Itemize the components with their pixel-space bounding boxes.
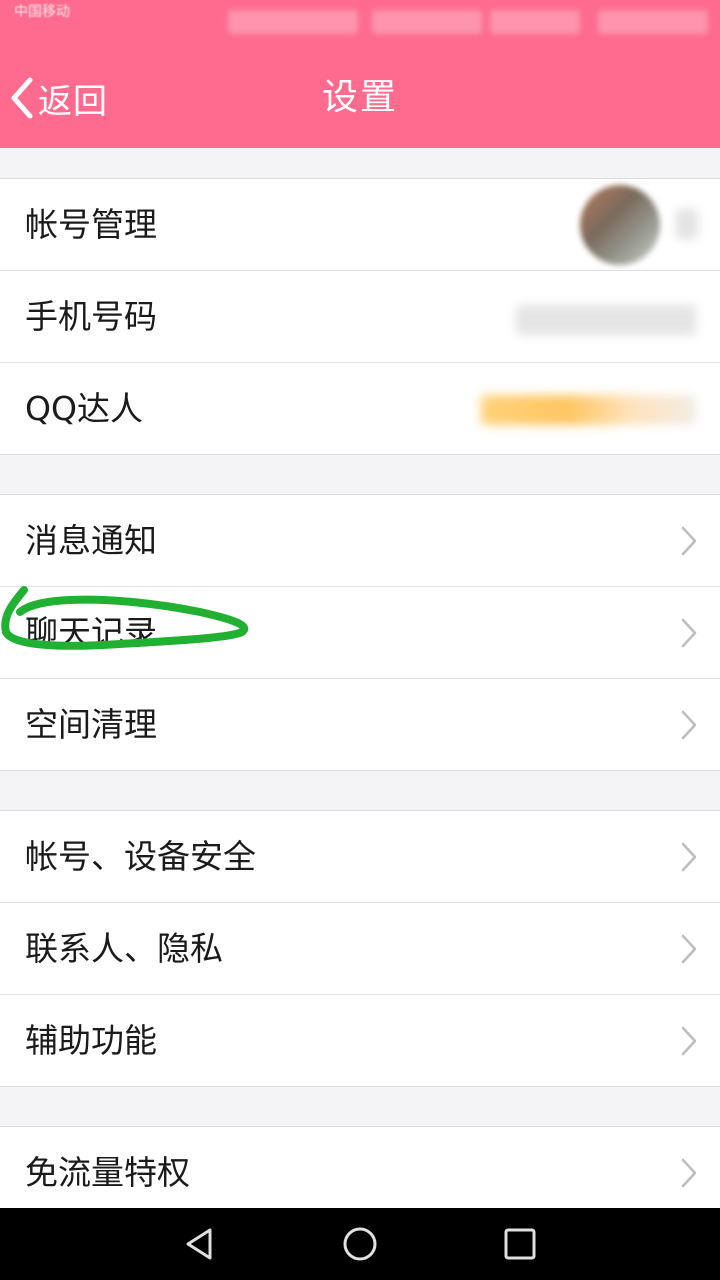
chevron-right-icon	[681, 1026, 697, 1056]
status-icons-blurred	[598, 10, 708, 34]
status-icons-blurred	[228, 10, 358, 34]
blurred-qq-expert-badge	[481, 395, 696, 425]
settings-group-account: 帐号管理 手机号码 QQ达人	[0, 178, 720, 455]
settings-item-free-data-privilege[interactable]: 免流量特权	[0, 1127, 720, 1218]
status-icons-blurred	[372, 10, 482, 34]
status-icons-blurred	[490, 10, 580, 34]
chevron-right-icon	[681, 526, 697, 556]
carrier-name: 中国移动	[14, 4, 70, 20]
chevron-right-icon	[681, 618, 697, 648]
settings-item-label: 辅助功能	[25, 1021, 157, 1060]
page-title: 设置	[321, 77, 398, 118]
settings-item-label: 联系人、隐私	[25, 929, 223, 968]
settings-item-phone-number[interactable]: 手机号码	[0, 270, 720, 362]
settings-item-label: QQ达人	[25, 389, 143, 428]
blurred-value	[676, 209, 698, 239]
settings-item-qq-expert[interactable]: QQ达人	[0, 362, 720, 454]
circle-home-icon[interactable]	[340, 1224, 380, 1264]
settings-item-contacts-privacy[interactable]: 联系人、隐私	[0, 902, 720, 994]
settings-item-message-notifications[interactable]: 消息通知	[0, 495, 720, 586]
system-navigation-bar	[0, 1208, 720, 1280]
settings-item-label: 帐号、设备安全	[25, 837, 256, 876]
settings-item-chat-history[interactable]: 聊天记录	[0, 586, 720, 678]
settings-item-label: 消息通知	[25, 521, 157, 560]
avatar	[580, 185, 660, 265]
settings-group-messages: 消息通知 聊天记录 空间清理	[0, 494, 720, 771]
settings-item-label: 手机号码	[25, 297, 157, 336]
chevron-right-icon	[681, 710, 697, 740]
status-bar: 中国移动	[0, 0, 720, 46]
settings-group-security: 帐号、设备安全 联系人、隐私 辅助功能	[0, 810, 720, 1087]
settings-group-data: 免流量特权	[0, 1126, 720, 1219]
chevron-right-icon	[681, 1158, 697, 1188]
settings-item-label: 聊天记录	[25, 613, 157, 652]
chevron-right-icon	[681, 934, 697, 964]
settings-item-label: 帐号管理	[25, 205, 157, 244]
title-bar: 返回 设置	[0, 46, 720, 148]
square-recents-icon[interactable]	[500, 1224, 540, 1264]
settings-item-label: 免流量特权	[25, 1153, 190, 1192]
settings-item-accessibility[interactable]: 辅助功能	[0, 994, 720, 1086]
chevron-right-icon	[681, 842, 697, 872]
settings-item-account-device-security[interactable]: 帐号、设备安全	[0, 811, 720, 902]
blurred-phone-number	[516, 305, 696, 335]
settings-item-space-cleanup[interactable]: 空间清理	[0, 678, 720, 770]
settings-item-label: 空间清理	[25, 705, 157, 744]
triangle-back-icon[interactable]	[180, 1224, 220, 1264]
header-bar: 中国移动 返回 设置	[0, 0, 720, 148]
settings-item-account-management[interactable]: 帐号管理	[0, 179, 720, 270]
